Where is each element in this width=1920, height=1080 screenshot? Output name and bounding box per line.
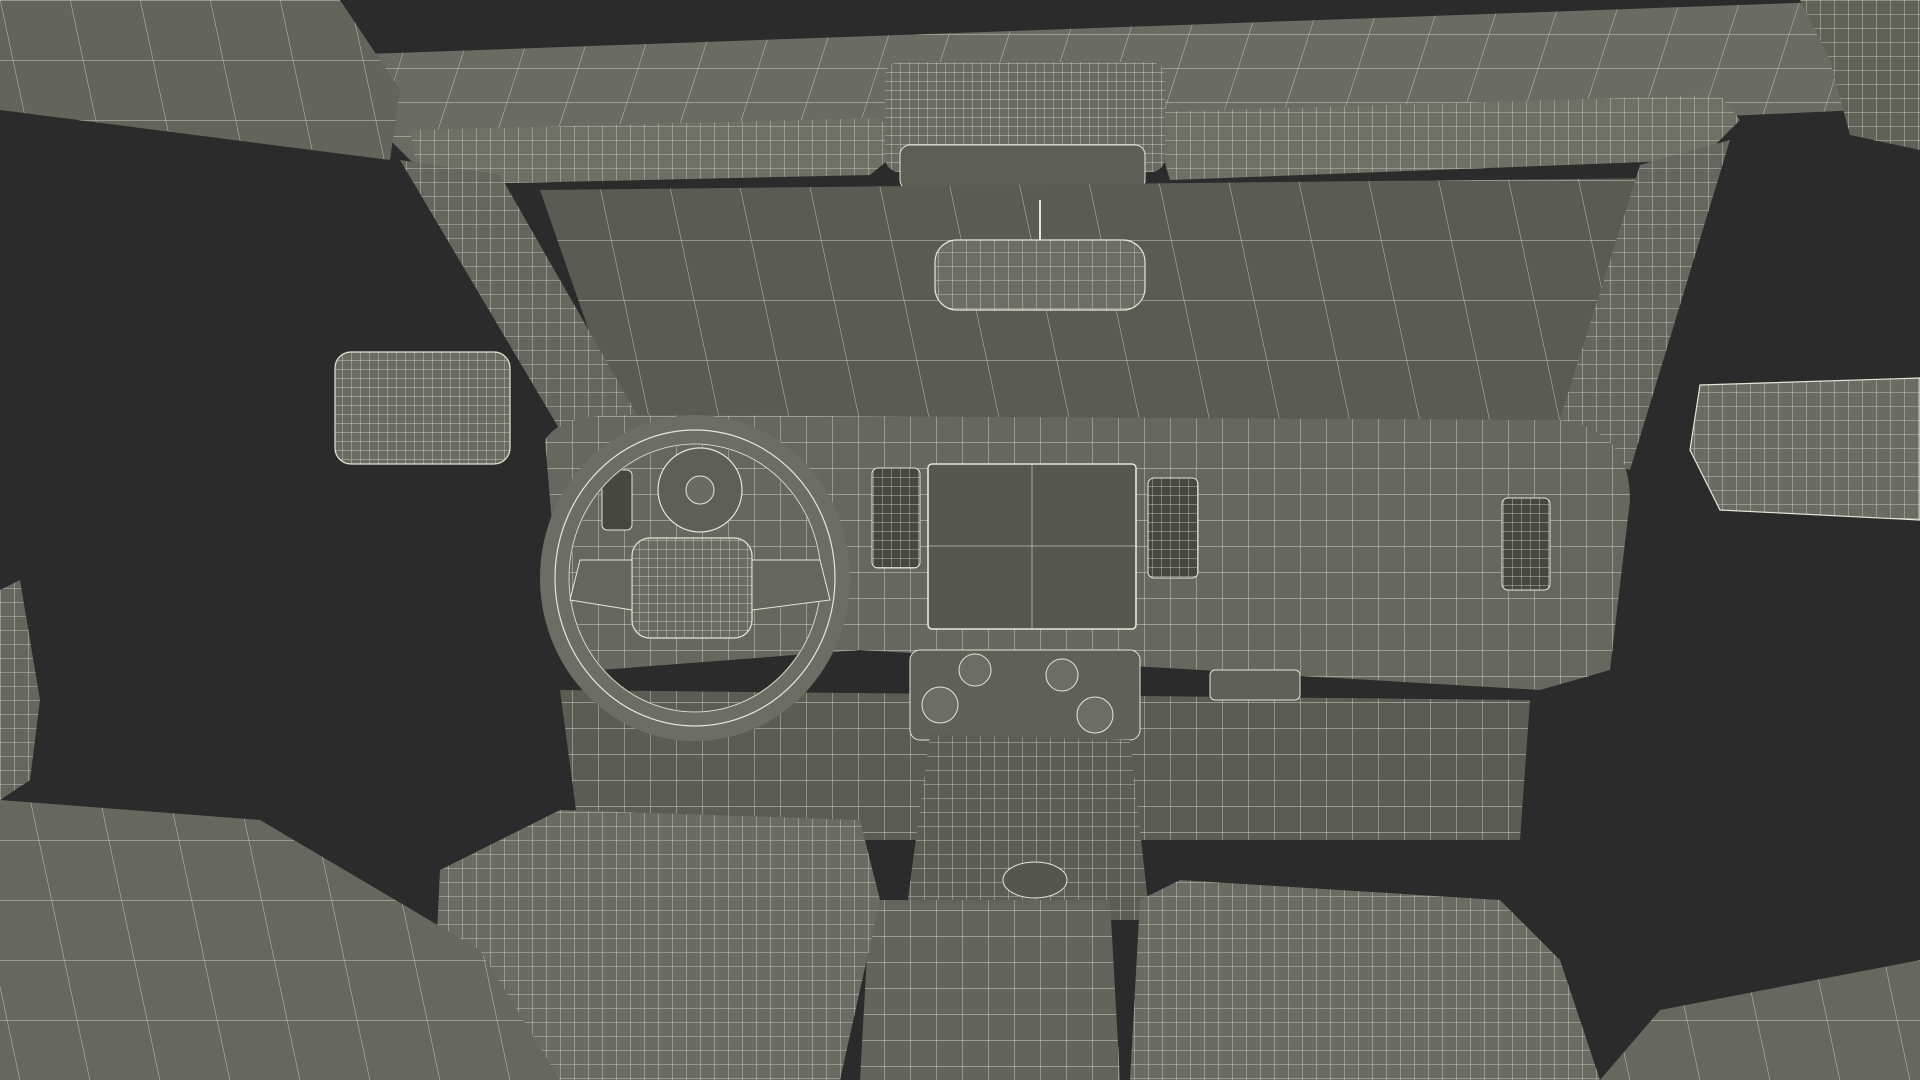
wireframe-viewport [0, 0, 1920, 1080]
infotainment-screen [927, 463, 1137, 630]
glovebox [1209, 669, 1301, 701]
climate-controls [909, 649, 1141, 741]
instrument-gauge [657, 447, 743, 533]
car-interior-wireframe-render [0, 0, 1920, 1080]
overhead-console [885, 62, 1165, 191]
